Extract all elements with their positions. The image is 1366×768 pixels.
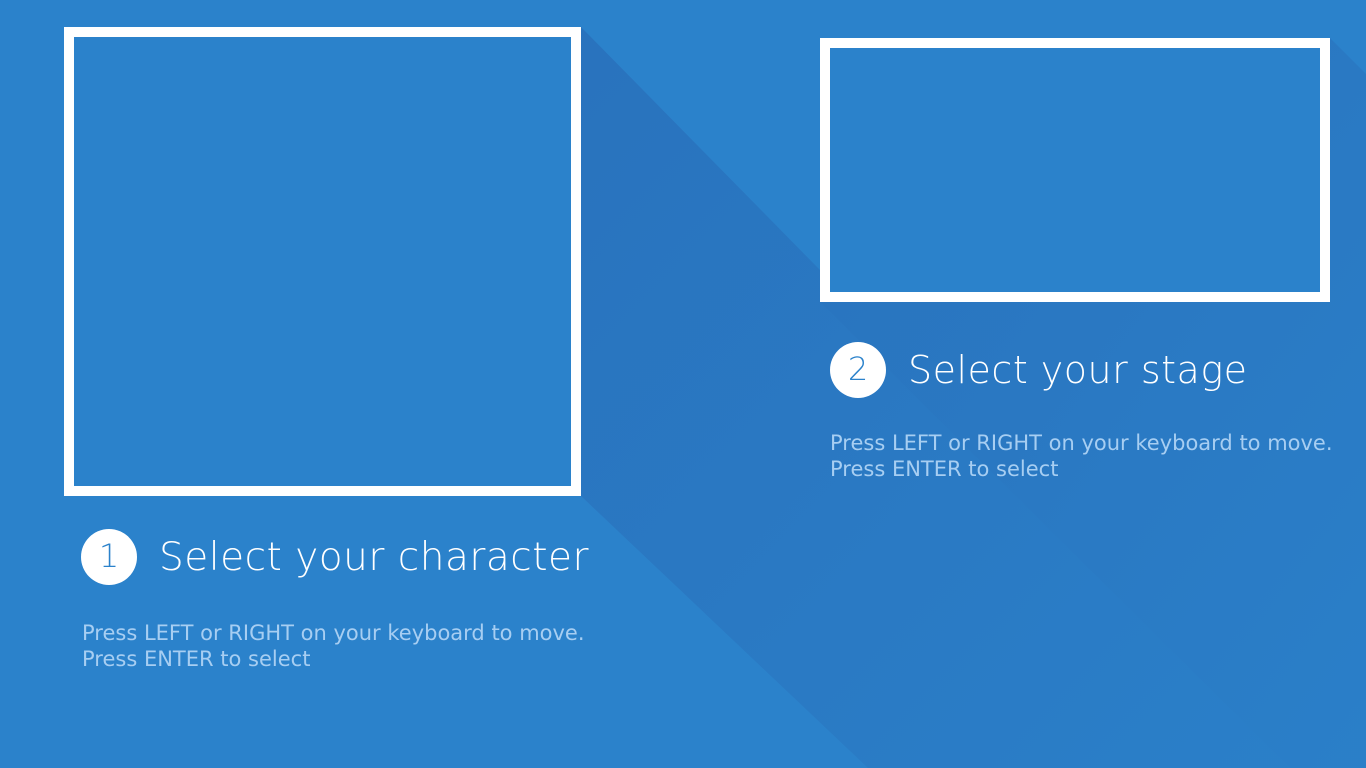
character-step-header: 1 Select your character [81, 529, 589, 585]
character-preview-frame[interactable] [64, 27, 581, 496]
step-number-badge: 2 [830, 342, 886, 398]
instruction-line: Press LEFT or RIGHT on your keyboard to … [830, 431, 1333, 455]
stage-instructions: Press LEFT or RIGHT on your keyboard to … [830, 430, 1333, 482]
instruction-line: Press ENTER to select [82, 647, 311, 671]
character-select-title: Select your character [159, 534, 590, 580]
character-instructions: Press LEFT or RIGHT on your keyboard to … [82, 620, 585, 672]
stage-preview-frame[interactable] [820, 38, 1330, 302]
instruction-line: Press ENTER to select [830, 457, 1059, 481]
instruction-line: Press LEFT or RIGHT on your keyboard to … [82, 621, 585, 645]
step-number-badge: 1 [81, 529, 137, 585]
stage-select-title: Select your stage [908, 348, 1248, 392]
stage-step-header: 2 Select your stage [830, 342, 1248, 398]
